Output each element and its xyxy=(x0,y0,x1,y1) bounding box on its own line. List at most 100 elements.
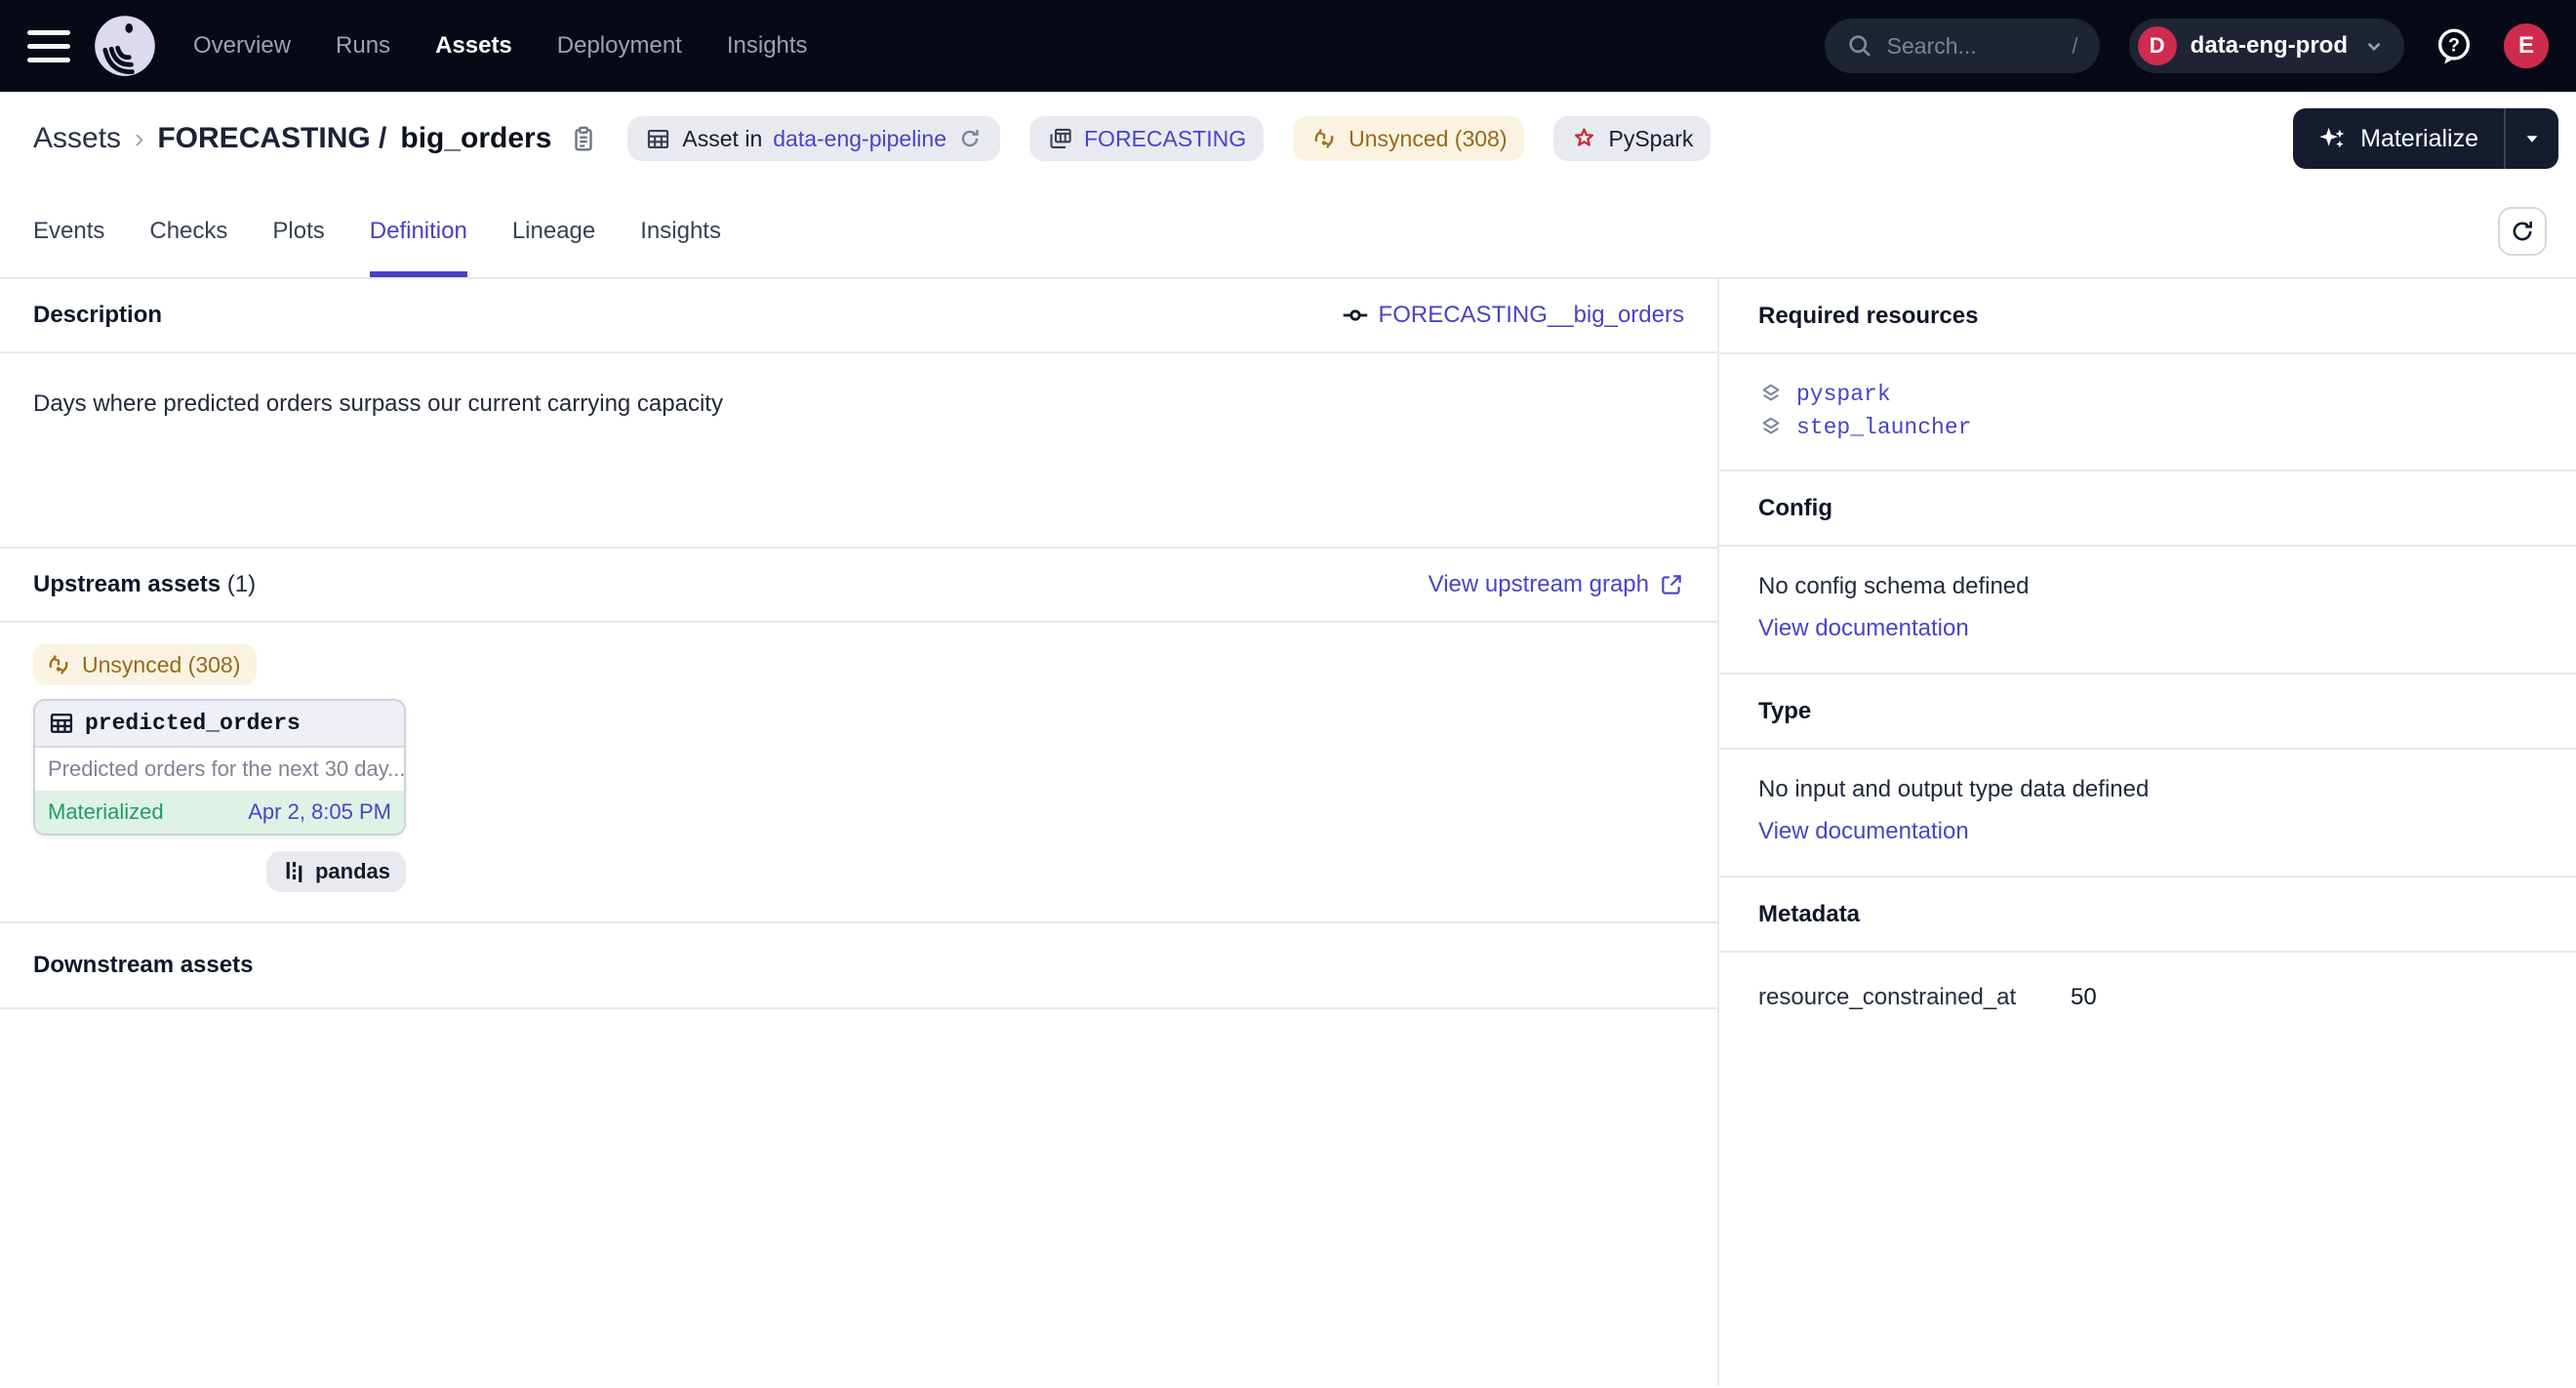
required-resources-list: pyspark step_launcher xyxy=(1719,354,2576,471)
pandas-kind-label: pandas xyxy=(315,859,390,884)
pyspark-star-icon xyxy=(1571,126,1597,152)
resource-name: pyspark xyxy=(1796,382,1891,407)
search-icon xyxy=(1846,32,1873,60)
metadata-body: resource_constrained_at 50 xyxy=(1719,953,2576,1042)
deployment-name: data-eng-prod xyxy=(2191,32,2348,60)
description-section-header: Description FORECASTING__big_orders xyxy=(0,279,1717,353)
metadata-heading: Metadata xyxy=(1758,901,1860,928)
view-upstream-graph-link[interactable]: View upstream graph xyxy=(1429,571,1684,598)
nav-insights[interactable]: Insights xyxy=(727,32,808,60)
dagster-logo-icon[interactable] xyxy=(92,13,158,79)
page-title: big_orders xyxy=(400,122,551,155)
resource-name: step_launcher xyxy=(1796,415,1971,440)
refresh-button[interactable] xyxy=(2498,207,2547,256)
asset-in-job-tag[interactable]: Asset in data-eng-pipeline xyxy=(627,116,1000,161)
nav-runs[interactable]: Runs xyxy=(336,32,390,60)
copy-icon[interactable] xyxy=(569,124,598,153)
type-heading: Type xyxy=(1758,698,1811,725)
materialize-label: Materialize xyxy=(2360,125,2478,153)
upstream-count: (1) xyxy=(227,571,256,597)
pipeline-link[interactable]: data-eng-pipeline xyxy=(773,126,946,152)
resource-link-pyspark[interactable]: pyspark xyxy=(1758,378,2537,411)
layers-icon xyxy=(1758,415,1784,440)
tab-insights[interactable]: Insights xyxy=(640,185,721,277)
materialize-button[interactable]: Materialize xyxy=(2293,108,2504,169)
asset-tab-bar: Events Checks Plots Definition Lineage I… xyxy=(0,185,2576,279)
group-tag[interactable]: FORECASTING xyxy=(1029,116,1264,161)
upstream-asset-name: predicted_orders xyxy=(85,711,301,736)
asset-page-header: Assets › FORECASTING / big_orders Asset … xyxy=(0,92,2576,185)
nav-deployment[interactable]: Deployment xyxy=(557,32,682,60)
breadcrumb-separator: › xyxy=(135,123,143,154)
upstream-asset-card[interactable]: predicted_orders Predicted orders for th… xyxy=(33,699,406,836)
asset-card-header: predicted_orders xyxy=(35,701,404,748)
sparkle-icon xyxy=(2318,124,2348,153)
config-header: Config xyxy=(1719,471,2576,547)
config-empty-text: No config schema defined xyxy=(1758,572,2537,601)
upstream-heading: Upstream assets (1) xyxy=(33,571,256,598)
tab-definition[interactable]: Definition xyxy=(370,185,467,277)
type-empty-text: No input and output type data defined xyxy=(1758,775,2537,804)
nav-assets[interactable]: Assets xyxy=(435,32,512,60)
metadata-value: 50 xyxy=(2071,984,2097,1011)
svg-text:?: ? xyxy=(2448,35,2460,56)
job-icon xyxy=(1342,302,1369,329)
materialize-dropdown-button[interactable] xyxy=(2504,108,2558,169)
chevron-down-icon xyxy=(2361,33,2387,59)
deployment-switcher[interactable]: D data-eng-prod xyxy=(2129,19,2404,73)
description-heading: Description xyxy=(33,302,162,329)
group-tag-label: FORECASTING xyxy=(1084,126,1246,152)
materialize-button-group: Materialize xyxy=(2293,108,2558,169)
external-link-icon xyxy=(1659,572,1684,597)
unsynced-badge[interactable]: Unsynced (308) xyxy=(33,644,257,685)
nav-overview[interactable]: Overview xyxy=(193,32,291,60)
search-input[interactable] xyxy=(1887,33,2059,60)
tab-events[interactable]: Events xyxy=(33,185,104,277)
tab-checks[interactable]: Checks xyxy=(149,185,227,277)
unsynced-badge-label: Unsynced (308) xyxy=(82,652,240,678)
required-resources-header: Required resources xyxy=(1719,279,2576,354)
upstream-section-header: Upstream assets (1) View upstream graph xyxy=(0,549,1717,623)
search-shortcut-hint: / xyxy=(2072,33,2077,60)
menu-icon[interactable] xyxy=(27,20,78,71)
sync-status-label: Unsynced (308) xyxy=(1348,126,1507,152)
materialization-timestamp[interactable]: Apr 2, 8:05 PM xyxy=(248,799,391,825)
asset-tags: Asset in data-eng-pipeline FORECASTING xyxy=(627,116,1711,161)
sync-status-tag[interactable]: Unsynced (308) xyxy=(1293,116,1524,161)
app-header: Overview Runs Assets Deployment Insights… xyxy=(0,0,2576,92)
metadata-row: resource_constrained_at 50 xyxy=(1758,984,2537,1011)
layers-icon xyxy=(1758,382,1784,407)
job-link-label: FORECASTING__big_orders xyxy=(1379,302,1684,329)
required-resources-heading: Required resources xyxy=(1758,303,1978,330)
type-doc-link[interactable]: View documentation xyxy=(1758,817,1969,846)
sync-alert-icon xyxy=(1310,125,1338,152)
asset-in-label: Asset in xyxy=(682,126,762,152)
breadcrumb-group: FORECASTING / xyxy=(157,122,386,155)
view-upstream-graph-label: View upstream graph xyxy=(1429,571,1649,598)
table-icon xyxy=(48,710,75,737)
tab-lineage[interactable]: Lineage xyxy=(512,185,595,277)
definition-main-column: Description FORECASTING__big_orders Days… xyxy=(0,279,1717,1386)
search-input-wrap[interactable]: / xyxy=(1825,19,2100,73)
refresh-small-icon[interactable] xyxy=(957,126,983,151)
materialized-status: Materialized xyxy=(48,799,164,825)
compute-kind-tag[interactable]: PySpark xyxy=(1553,116,1711,161)
job-link[interactable]: FORECASTING__big_orders xyxy=(1342,302,1684,329)
breadcrumb-assets-link[interactable]: Assets xyxy=(33,122,121,155)
table-icon xyxy=(645,126,671,152)
help-icon[interactable]: ? xyxy=(2434,25,2475,66)
metadata-key: resource_constrained_at xyxy=(1758,984,2071,1011)
resource-link-step-launcher[interactable]: step_launcher xyxy=(1758,411,2537,444)
config-doc-link[interactable]: View documentation xyxy=(1758,614,1969,643)
layered-tables-icon xyxy=(1047,126,1073,152)
tab-plots[interactable]: Plots xyxy=(272,185,324,277)
type-body: No input and output type data defined Vi… xyxy=(1719,750,2576,878)
user-avatar[interactable]: E xyxy=(2504,23,2549,68)
downstream-heading: Downstream assets xyxy=(33,952,253,979)
asset-card-footer: Materialized Apr 2, 8:05 PM xyxy=(35,791,404,834)
definition-side-panel: Required resources pyspark step_launcher xyxy=(1717,279,2576,1386)
breadcrumb: Assets › FORECASTING / big_orders xyxy=(33,122,598,155)
type-header: Type xyxy=(1719,674,2576,750)
sync-alert-icon xyxy=(45,651,72,678)
pandas-kind-tag[interactable]: pandas xyxy=(266,851,406,892)
